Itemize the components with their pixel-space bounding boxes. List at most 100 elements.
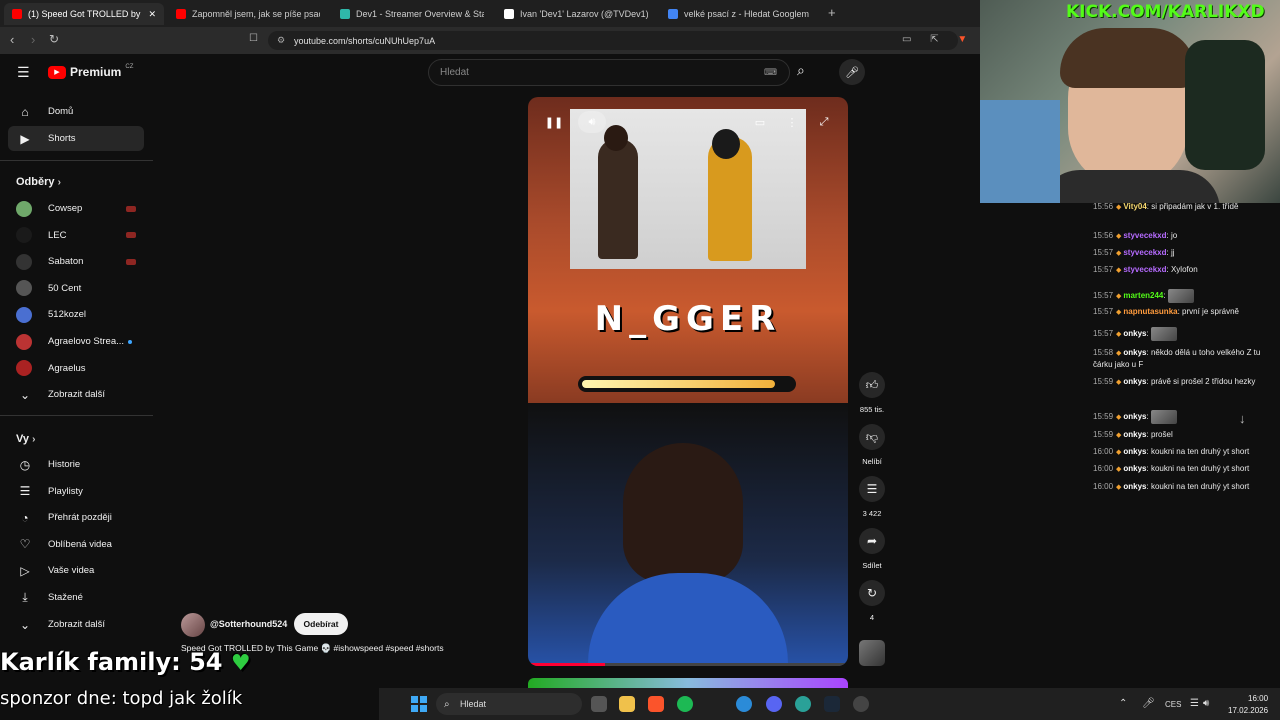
chat-username[interactable]: styvecekxd [1123, 231, 1166, 240]
clock-date[interactable]: 17.02.2026 [1228, 706, 1268, 715]
comments-icon[interactable]: ☰ [859, 476, 885, 502]
chat-timestamp: 15:57 [1093, 248, 1114, 257]
edge-icon[interactable] [736, 696, 752, 712]
like-icon[interactable]: 👍︎ [859, 372, 885, 398]
forward-icon[interactable]: › [31, 32, 35, 47]
clock-time[interactable]: 16:00 [1248, 694, 1268, 703]
browser-tab[interactable]: Zapomněl jsem, jak se píše psacím [168, 3, 328, 25]
share-icon[interactable]: ➦ [859, 528, 885, 554]
sidebar-channel[interactable]: Agraelovo Strea... [8, 329, 144, 354]
sidebar-item-home[interactable]: ⌂ Domů [8, 99, 144, 124]
steam-icon[interactable] [824, 696, 840, 712]
obs-icon[interactable] [853, 696, 869, 712]
sidebar-item-shorts[interactable]: ▶ Shorts [8, 126, 144, 151]
sidebar-item-your-videos[interactable]: ▷ Vaše videa [8, 558, 144, 583]
chat-timestamp: 15:57 [1093, 307, 1114, 316]
chat-username[interactable]: styvecekxd [1123, 248, 1166, 257]
sidebar-item-download[interactable]: ⤓ Stažené [8, 585, 144, 610]
remix-icon[interactable]: ↻ [859, 580, 885, 606]
captions-icon[interactable]: ▭ [746, 111, 774, 133]
subscriptions-heading[interactable]: Odběry › [16, 176, 61, 188]
show-more-subscriptions[interactable]: ⌄ Zobrazit další [8, 382, 144, 407]
chat-username[interactable]: onkys [1123, 447, 1146, 456]
tray-icons[interactable]: ⌃ 🎤︎ [1119, 698, 1161, 709]
task-view-icon[interactable] [591, 696, 607, 712]
chat-username[interactable]: marten244 [1123, 291, 1163, 300]
history-icon: ◷ [19, 457, 31, 472]
tab-title: Ivan 'Dev1' Lazarov (@TVDev1) / X [520, 9, 648, 19]
show-more-you[interactable]: ⌄ Zobrazit další [8, 612, 144, 637]
sound-thumbnail[interactable] [859, 640, 885, 666]
shorts-icon: ▶ [20, 131, 30, 146]
chat-username[interactable]: styvecekxd [1123, 265, 1166, 274]
browser-extensions[interactable]: ▭ ⇱ ▼ [902, 34, 975, 45]
avatar [16, 253, 32, 270]
spotify-icon[interactable] [677, 696, 693, 712]
you-heading[interactable]: Vy › [16, 433, 35, 445]
chat-username[interactable]: onkys [1123, 329, 1146, 338]
url-bar[interactable]: ⚙ youtube.com/shorts/cuNUhUep7uA [268, 31, 958, 50]
comments-count: 3 422 [862, 509, 882, 518]
chat-username[interactable]: onkys [1123, 348, 1146, 357]
chat-emote-icon [1150, 410, 1177, 424]
chat-username[interactable]: napnutasunka [1123, 307, 1177, 316]
youtube-logo[interactable]: ▶ Premium CZ [48, 64, 133, 79]
channel-avatar[interactable] [181, 613, 205, 637]
sidebar-channel[interactable]: Agraelus [8, 356, 144, 381]
sidebar-item-history[interactable]: ◷ Historie [8, 452, 144, 477]
sidebar-channel[interactable]: LEC [8, 223, 144, 248]
chat-username[interactable]: Vity04 [1123, 202, 1146, 211]
sidebar-channel[interactable]: Cowsep [8, 196, 144, 221]
shorts-video-player[interactable]: N_GGER ❚❚ 🔊︎ ▭ ⋮ ⤢ [528, 97, 848, 666]
new-tab-button[interactable]: + [828, 5, 836, 20]
menu-icon[interactable]: ☰ [17, 64, 30, 81]
chat-message: 15:59 ◆ onkys: právě si prošel 2 třídou h… [1093, 376, 1275, 388]
windows-start-icon[interactable] [411, 696, 427, 712]
keyboard-language[interactable]: CES [1165, 700, 1181, 709]
sidebar-item-playlists[interactable]: ☰ Playlisty [8, 479, 144, 504]
webcam-feed [980, 0, 1280, 203]
file-explorer-icon[interactable] [619, 696, 635, 712]
chat-username[interactable]: onkys [1123, 482, 1146, 491]
taskbar-search[interactable]: ⌕ Hledat [436, 693, 582, 715]
system-tray-status[interactable]: ☰🔊︎ [1190, 698, 1213, 709]
url-text: youtube.com/shorts/cuNUhUep7uA [294, 35, 436, 46]
mic-icon[interactable]: 🎤︎ [839, 59, 865, 85]
reload-icon[interactable]: ↻ [49, 32, 59, 46]
site-info-icon[interactable]: ⚙ [277, 35, 285, 46]
next-short-preview[interactable] [528, 678, 848, 688]
sidebar-item-watch-later[interactable]: ◔ Přehrát později [8, 505, 144, 530]
brave-browser-icon[interactable] [648, 696, 664, 712]
search-input[interactable]: Hledat ⌨ [428, 59, 790, 86]
browser-tab[interactable]: velké psací z - Hledat Googlem [660, 3, 820, 25]
search-icon[interactable]: ⌕ [797, 62, 805, 79]
sidebar-item-like[interactable]: ♡ Oblíbená videa [8, 532, 144, 557]
chat-username[interactable]: onkys [1123, 464, 1146, 473]
discord-icon[interactable] [766, 696, 782, 712]
bookmark-icon[interactable]: ☐ [249, 33, 258, 44]
chat-scroll-down-icon[interactable]: ↓ [1239, 411, 1246, 426]
browser-alt-icon[interactable] [795, 696, 811, 712]
pause-icon[interactable]: ❚❚ [540, 111, 568, 133]
browser-tab[interactable]: (1) Speed Got TROLLED by Th ✕ [4, 3, 164, 25]
more-options-icon[interactable]: ⋮ [778, 111, 806, 133]
chat-username[interactable]: onkys [1123, 412, 1146, 421]
keyboard-icon[interactable]: ⌨ [764, 67, 777, 78]
browser-tab[interactable]: Dev1 - Streamer Overview & Stats · T [332, 3, 492, 25]
sidebar-channel[interactable]: Sabaton [8, 249, 144, 274]
browser-tab[interactable]: Ivan 'Dev1' Lazarov (@TVDev1) / X [496, 3, 656, 25]
sidebar-channel[interactable]: 50 Cent [8, 276, 144, 301]
sidebar-channel[interactable]: 512kozel [8, 302, 144, 327]
back-icon[interactable]: ‹ [10, 32, 14, 47]
volume-icon[interactable]: 🔊︎ [578, 111, 606, 133]
channel-name[interactable]: @Sotterhound524 [210, 619, 287, 629]
chat-username[interactable]: onkys [1123, 377, 1146, 386]
tab-close-icon[interactable]: ✕ [148, 9, 156, 20]
dislike-icon[interactable]: 👎︎ [859, 424, 885, 450]
fullscreen-icon[interactable]: ⤢ [810, 111, 838, 133]
video-progress-bar[interactable] [528, 663, 848, 666]
chat-message: 15:59 ◆ onkys: [1093, 410, 1275, 424]
subscribe-button[interactable]: Odebírat [294, 613, 348, 635]
chat-username[interactable]: onkys [1123, 430, 1146, 439]
sidebar-divider [0, 160, 153, 161]
